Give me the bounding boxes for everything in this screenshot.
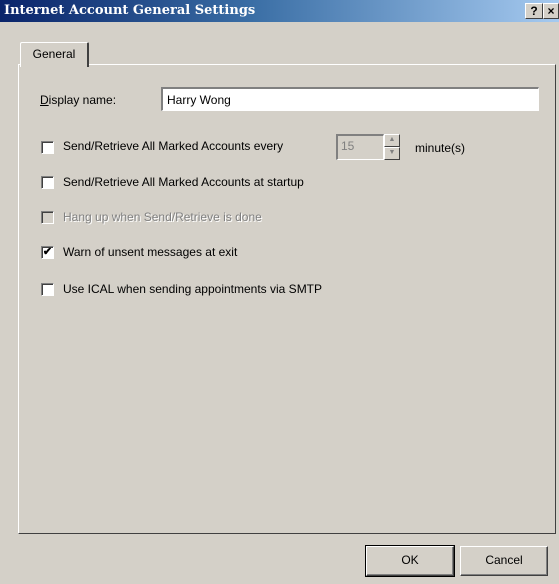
- hang-up-label: Hang up when Send/Retrieve is done: [63, 210, 262, 224]
- send-retrieve-startup-label: Send/Retrieve All Marked Accounts at sta…: [63, 175, 304, 189]
- interval-unit-label: minute(s): [415, 141, 466, 155]
- tab-panel-general: [18, 64, 556, 534]
- interval-minutes-value: 15: [341, 139, 355, 153]
- cancel-button-label: Cancel: [485, 553, 523, 567]
- interval-minutes-spinner: ▲ ▼: [384, 134, 400, 160]
- tab-general-label: General: [32, 47, 76, 61]
- ok-button[interactable]: OK: [365, 545, 455, 577]
- send-retrieve-interval-checkbox[interactable]: [41, 141, 54, 154]
- spin-down-arrow-icon[interactable]: ▼: [384, 147, 400, 160]
- display-name-label-mnemonic: D: [40, 93, 49, 107]
- help-button[interactable]: ?: [525, 3, 543, 19]
- window-title: Internet Account General Settings: [4, 3, 256, 18]
- close-button[interactable]: ×: [543, 3, 559, 19]
- interval-minutes-field[interactable]: 15: [336, 134, 384, 160]
- close-icon: ×: [547, 4, 555, 18]
- tab-general[interactable]: General: [20, 42, 89, 67]
- cancel-button[interactable]: Cancel: [460, 546, 548, 576]
- help-icon: ?: [530, 4, 538, 18]
- hang-up-checkbox[interactable]: [41, 211, 54, 224]
- use-ical-label: Use ICAL when sending appointments via S…: [63, 282, 323, 296]
- display-name-field[interactable]: [161, 87, 539, 111]
- spin-up-arrow-icon[interactable]: ▲: [384, 134, 400, 147]
- send-retrieve-startup-checkbox[interactable]: [41, 176, 54, 189]
- ok-button-label: OK: [401, 553, 419, 567]
- warn-unsent-checkbox[interactable]: ✔: [41, 246, 54, 259]
- checkmark-icon: ✔: [42, 246, 53, 258]
- display-name-label-rest: isplay name:: [48, 93, 117, 107]
- title-bar: Internet Account General Settings ? ×: [0, 0, 559, 22]
- warn-unsent-label: Warn of unsent messages at exit: [63, 245, 238, 259]
- display-name-label: Display name:: [40, 93, 116, 107]
- send-retrieve-interval-label: Send/Retrieve All Marked Accounts every: [63, 139, 284, 153]
- use-ical-checkbox[interactable]: [41, 283, 54, 296]
